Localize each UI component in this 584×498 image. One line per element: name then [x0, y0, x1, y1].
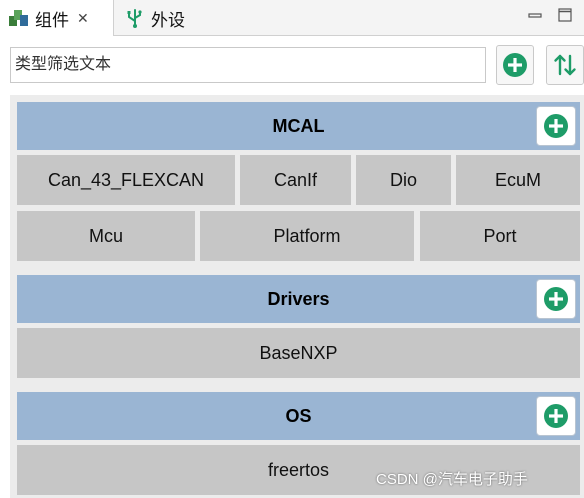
- close-icon[interactable]: ✕: [77, 11, 89, 25]
- module-canif[interactable]: CanIf: [240, 155, 351, 205]
- group-title: Drivers: [267, 288, 330, 309]
- module-basenxp[interactable]: BaseNXP: [17, 328, 580, 378]
- plus-circle-icon: [544, 287, 568, 311]
- tab-components[interactable]: 组件 ✕: [0, 0, 114, 36]
- tab-peripherals[interactable]: 外设: [116, 0, 226, 36]
- sort-button[interactable]: [546, 45, 584, 85]
- usb-icon: [127, 9, 142, 28]
- plus-circle-icon: [544, 404, 568, 428]
- components-icon: [9, 10, 28, 26]
- plus-circle-icon: [503, 53, 527, 77]
- module-mcu[interactable]: Mcu: [17, 211, 195, 261]
- maximize-icon[interactable]: [556, 6, 574, 24]
- add-component-button[interactable]: [496, 45, 534, 85]
- group-header-drivers[interactable]: Drivers: [17, 275, 580, 323]
- tab-peripherals-label: 外设: [151, 10, 185, 30]
- add-mcal-button[interactable]: [536, 106, 576, 146]
- add-os-button[interactable]: [536, 396, 576, 436]
- group-title: MCAL: [272, 115, 325, 136]
- plus-circle-icon: [544, 114, 568, 138]
- view-tab-bar: 组件 ✕ 外设: [0, 0, 584, 36]
- group-header-os[interactable]: OS: [17, 392, 580, 440]
- module-platform[interactable]: Platform: [200, 211, 414, 261]
- tab-components-label: 组件: [35, 10, 69, 30]
- filter-input[interactable]: [10, 47, 486, 83]
- module-ecum[interactable]: EcuM: [456, 155, 580, 205]
- group-header-mcal[interactable]: MCAL: [17, 102, 580, 150]
- sort-icon: [554, 54, 576, 76]
- watermark: CSDN @汽车电子助手: [376, 471, 528, 488]
- module-dio[interactable]: Dio: [356, 155, 451, 205]
- module-port[interactable]: Port: [420, 211, 580, 261]
- add-drivers-button[interactable]: [536, 279, 576, 319]
- group-title: OS: [285, 405, 312, 426]
- minimize-icon[interactable]: [526, 6, 544, 24]
- module-can-43-flexcan[interactable]: Can_43_FLEXCAN: [17, 155, 235, 205]
